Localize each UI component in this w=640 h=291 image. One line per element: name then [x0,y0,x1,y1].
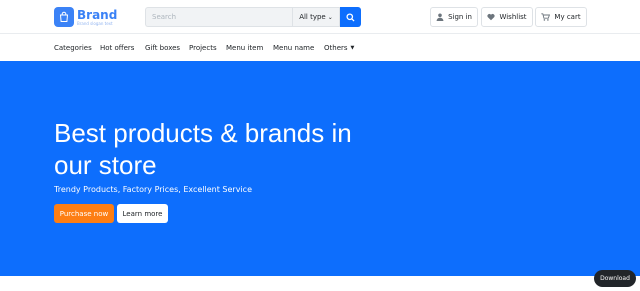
nav-item-hot-offers[interactable]: Hot offers [100,44,134,52]
bag-icon [54,7,74,27]
type-select[interactable]: All type ⌄ [292,7,340,27]
caret-down-icon: ▼ [350,45,355,51]
wishlist-label: Wishlist [499,13,527,21]
wishlist-button[interactable]: Wishlist [481,7,533,27]
signin-label: Sign in [448,13,472,21]
nav-item-others[interactable]: Others ▼ [324,44,354,52]
user-icon [436,13,444,21]
hero-banner: Best products & brands in our store Tren… [0,61,640,276]
brand-name: Brand [77,7,118,22]
chevron-down-icon: ⌄ [327,13,333,21]
signin-button[interactable]: Sign in [430,7,478,27]
type-select-label: All type [299,13,326,21]
cart-button[interactable]: My cart [535,7,587,27]
nav-item-menu-name[interactable]: Menu name [273,44,314,52]
search-icon [346,12,355,22]
hero-subtitle: Trendy Products, Factory Prices, Excelle… [54,185,252,194]
nav-item-others-label: Others [324,44,348,52]
nav-item-projects[interactable]: Projects [189,44,217,52]
nav-item-menu-item[interactable]: Menu item [226,44,263,52]
search-button[interactable] [340,7,361,27]
brand-tagline: Brand slogan text [77,20,113,26]
heart-icon [487,13,495,21]
brand-logo-link[interactable]: Brand Brand slogan text [54,7,117,27]
learn-more-button[interactable]: Learn more [117,204,168,223]
main-nav: Categories Hot offers Gift boxes Project… [0,35,640,61]
cart-icon [541,13,551,21]
purchase-now-button[interactable]: Purchase now [54,204,114,223]
cart-label: My cart [554,13,581,21]
search-bar: All type ⌄ [145,7,361,27]
search-input[interactable] [145,7,292,27]
download-button[interactable]: Download [594,270,636,287]
hero-title: Best products & brands in our store [54,118,352,180]
nav-item-categories[interactable]: Categories [54,44,92,52]
nav-item-gift-boxes[interactable]: Gift boxes [145,44,180,52]
header: Brand Brand slogan text All type ⌄ Sign … [0,0,640,34]
